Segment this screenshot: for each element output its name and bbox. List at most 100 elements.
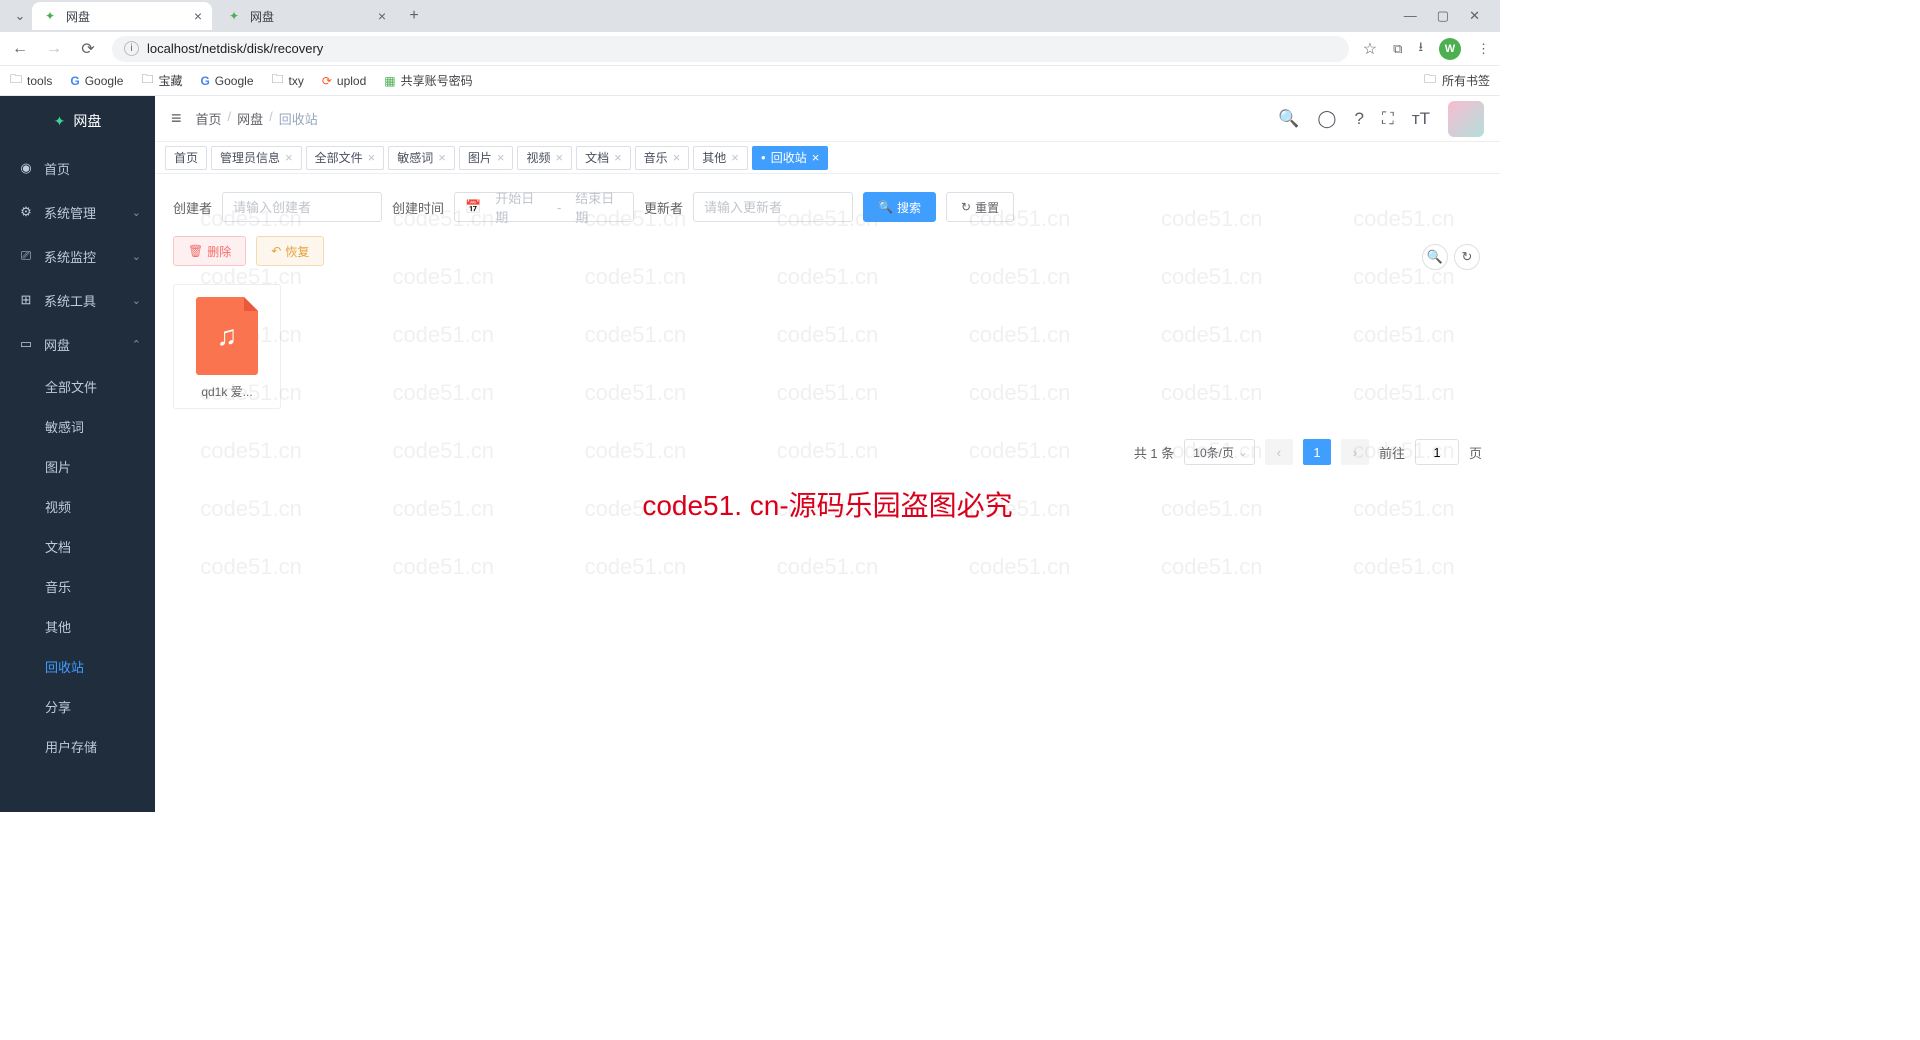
restore-icon: ↶ <box>271 244 281 258</box>
updater-input[interactable] <box>693 192 853 222</box>
page-size-select[interactable]: 10条/页 <box>1184 439 1255 465</box>
close-icon[interactable]: × <box>673 150 681 165</box>
tab-images[interactable]: 图片× <box>459 146 514 170</box>
download-icon[interactable]: ⭳ <box>1418 38 1423 60</box>
close-icon[interactable]: × <box>438 150 446 165</box>
sidebar-sub-storage[interactable]: 用户存储 <box>0 726 155 766</box>
tab-video[interactable]: 视频× <box>517 146 572 170</box>
tab-admin[interactable]: 管理员信息× <box>211 146 302 170</box>
search-form: 创建者 创建时间 📅 开始日期 - 结束日期 更新者 🔍搜索 ↻重置 <box>173 192 1482 222</box>
search-button[interactable]: 🔍搜索 <box>863 192 936 222</box>
tab-home[interactable]: 首页 <box>165 146 207 170</box>
bookmark-item[interactable]: 🗀tools <box>10 70 52 91</box>
close-icon[interactable]: × <box>555 150 563 165</box>
sidebar-sub-music[interactable]: 音乐 <box>0 566 155 606</box>
main-area: ≡ 首页 / 网盘 / 回收站 🔍 ◯ ? ⛶ тT 首页 管理员信息× 全部文… <box>155 96 1500 812</box>
sidebar-item-netdisk[interactable]: ▭网盘 <box>0 322 155 366</box>
next-page-button[interactable]: › <box>1341 439 1369 465</box>
sidebar-item-home[interactable]: ◉首页 <box>0 146 155 190</box>
delete-button[interactable]: 🗑删除 <box>173 236 246 266</box>
sidebar-sub-allfiles[interactable]: 全部文件 <box>0 366 155 406</box>
close-icon[interactable]: × <box>194 8 202 24</box>
sidebar-item-system[interactable]: ⚙系统管理 <box>0 190 155 234</box>
font-size-icon[interactable]: тT <box>1412 109 1430 129</box>
breadcrumb-netdisk[interactable]: 网盘 <box>237 109 263 128</box>
extensions-icon[interactable]: ⧉ <box>1393 41 1402 57</box>
bookmark-item[interactable]: 🗀txy <box>272 70 304 91</box>
sidebar-item-tools[interactable]: ⊞系统工具 <box>0 278 155 322</box>
music-note-icon: ♫ <box>217 320 238 352</box>
bookmark-item[interactable]: ▦共享账号密码 <box>384 72 472 89</box>
refresh-tool-icon[interactable]: ↻ <box>1454 244 1480 270</box>
tab-music[interactable]: 音乐× <box>635 146 690 170</box>
close-icon[interactable]: × <box>812 150 820 165</box>
page-number[interactable]: 1 <box>1303 439 1331 465</box>
prev-page-button[interactable]: ‹ <box>1265 439 1293 465</box>
bookmark-item[interactable]: 🗀宝藏 <box>141 70 182 91</box>
back-icon[interactable]: ← <box>10 40 30 58</box>
sidebar-sub-docs[interactable]: 文档 <box>0 526 155 566</box>
close-icon[interactable]: × <box>614 150 622 165</box>
tab-docs[interactable]: 文档× <box>576 146 631 170</box>
menu-icon[interactable]: ⋮ <box>1477 41 1490 57</box>
close-icon[interactable]: × <box>368 150 376 165</box>
bookmark-item[interactable]: ⟳uplod <box>322 74 366 88</box>
tab-allfiles[interactable]: 全部文件× <box>306 146 385 170</box>
breadcrumb-home[interactable]: 首页 <box>196 109 222 128</box>
sidebar-sub-other[interactable]: 其他 <box>0 606 155 646</box>
forward-icon[interactable]: → <box>44 40 64 58</box>
pagination: 共 1 条 10条/页 ‹ 1 › 前往 页 <box>173 439 1482 465</box>
reload-icon[interactable]: ⟳ <box>78 39 98 59</box>
sidebar-sub-sensitive[interactable]: 敏感词 <box>0 406 155 446</box>
tab-other[interactable]: 其他× <box>693 146 748 170</box>
folder-icon: 🗀 <box>272 70 284 91</box>
date-range-picker[interactable]: 📅 开始日期 - 结束日期 <box>454 192 634 222</box>
page-tabs: 首页 管理员信息× 全部文件× 敏感词× 图片× 视频× 文档× 音乐× 其他×… <box>155 142 1500 174</box>
close-icon[interactable]: × <box>285 150 293 165</box>
app-logo[interactable]: ✦ 网盘 <box>0 96 155 146</box>
goto-page-input[interactable] <box>1415 439 1459 465</box>
creator-input[interactable] <box>222 192 382 222</box>
all-bookmarks[interactable]: 🗀所有书签 <box>1424 70 1490 91</box>
search-tool-icon[interactable]: 🔍 <box>1422 244 1448 270</box>
fullscreen-icon[interactable]: ⛶ <box>1382 109 1394 129</box>
browser-tab[interactable]: ✦ 网盘 × <box>216 2 396 30</box>
help-icon[interactable]: ? <box>1354 109 1363 129</box>
new-tab-button[interactable]: + <box>400 7 428 25</box>
hamburger-icon[interactable]: ≡ <box>171 108 182 129</box>
site-info-icon[interactable]: i <box>124 41 139 56</box>
tab-recycle[interactable]: 回收站× <box>752 146 828 170</box>
sheet-icon: ▦ <box>384 74 395 88</box>
url-input[interactable]: i localhost/netdisk/disk/recovery <box>112 36 1349 62</box>
sidebar-item-monitor[interactable]: ⎚系统监控 <box>0 234 155 278</box>
close-icon[interactable]: × <box>731 150 739 165</box>
file-grid: ♫ qd1k 爱... <box>173 284 1482 409</box>
close-window-icon[interactable]: ✕ <box>1469 8 1480 24</box>
sidebar-sub-images[interactable]: 图片 <box>0 446 155 486</box>
maximize-icon[interactable]: ▢ <box>1437 8 1449 24</box>
bookmark-item[interactable]: GGoogle <box>70 74 123 88</box>
create-time-label: 创建时间 <box>392 198 444 217</box>
tab-sensitive[interactable]: 敏感词× <box>388 146 455 170</box>
minimize-icon[interactable]: — <box>1404 8 1417 24</box>
github-icon[interactable]: ◯ <box>1317 109 1336 129</box>
user-avatar[interactable] <box>1448 101 1484 137</box>
url-text: localhost/netdisk/disk/recovery <box>147 41 323 56</box>
bookmark-item[interactable]: GGoogle <box>200 74 253 88</box>
file-card[interactable]: ♫ qd1k 爱... <box>173 284 281 409</box>
sidebar-sub-share[interactable]: 分享 <box>0 686 155 726</box>
action-buttons: 🗑删除 ↶恢复 <box>173 236 1482 266</box>
bookmark-star-icon[interactable]: ☆ <box>1363 39 1377 59</box>
breadcrumb: 首页 / 网盘 / 回收站 <box>196 109 318 128</box>
total-count: 共 1 条 <box>1134 443 1174 462</box>
search-icon[interactable]: 🔍 <box>1278 109 1299 129</box>
reset-button[interactable]: ↻重置 <box>946 192 1014 222</box>
sidebar-sub-video[interactable]: 视频 <box>0 486 155 526</box>
restore-button[interactable]: ↶恢复 <box>256 236 324 266</box>
profile-avatar[interactable]: W <box>1439 38 1461 60</box>
sidebar-sub-recycle[interactable]: 回收站 <box>0 646 155 686</box>
close-icon[interactable]: × <box>378 8 386 24</box>
close-icon[interactable]: × <box>497 150 505 165</box>
tab-list-dropdown[interactable]: ⌄ <box>8 8 32 24</box>
browser-tab-active[interactable]: ✦ 网盘 × <box>32 2 212 30</box>
